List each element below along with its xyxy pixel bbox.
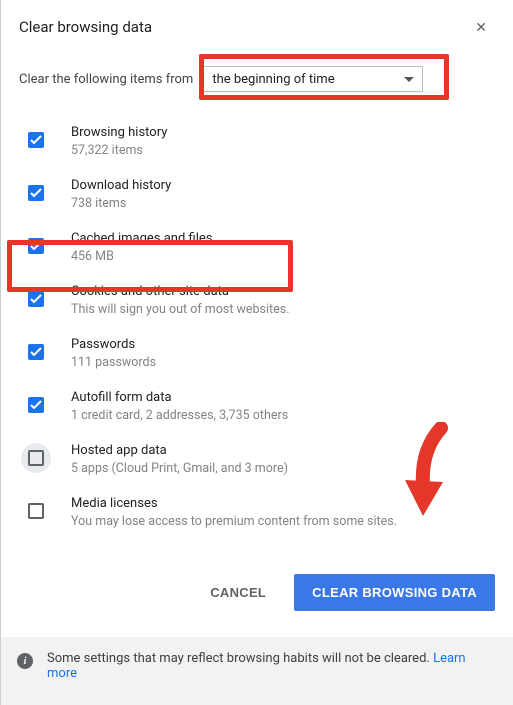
dialog-buttons: CANCEL CLEAR BROWSING DATA [19,574,501,611]
checkbox-wrap [21,231,51,261]
option-title: Cached images and files [71,231,212,246]
option-subtitle: 57,322 items [71,143,167,158]
option-subtitle: 1 credit card, 2 addresses, 3,735 others [71,408,288,423]
checkbox[interactable] [28,344,44,360]
option-subtitle: This will sign you out of most websites. [71,302,290,317]
option-title: Hosted app data [71,443,288,458]
checkbox-wrap [21,125,51,155]
close-icon[interactable]: ✕ [469,18,493,38]
option-row: Autofill form data 1 credit card, 2 addre… [19,379,501,432]
dialog-header: Clear browsing data ✕ [19,18,501,38]
info-icon: i [17,653,33,669]
checkbox[interactable] [28,185,44,201]
checkbox-wrap [21,284,51,314]
option-row: Cookies and other site data This will sig… [19,273,501,326]
option-text: Cookies and other site data This will sig… [71,282,290,317]
checkbox[interactable] [28,291,44,307]
checkbox-wrap [21,390,51,420]
option-title: Download history [71,178,171,193]
cancel-button[interactable]: CANCEL [192,574,284,611]
checkbox[interactable] [28,450,44,466]
footer-text-wrap: Some settings that may reflect browsing … [47,651,497,681]
option-title: Browsing history [71,125,167,140]
option-text: Browsing history 57,322 items [71,123,167,158]
option-row: Download history 738 items [19,167,501,220]
option-text: Media licenses You may lose access to pre… [71,494,397,529]
checkbox-wrap [21,496,51,526]
chevron-down-icon [404,77,414,82]
time-range-dropdown[interactable]: the beginning of time [203,66,423,92]
clear-browsing-data-button[interactable]: CLEAR BROWSING DATA [294,574,495,611]
option-title: Media licenses [71,496,397,511]
option-subtitle: 456 MB [71,249,212,264]
option-text: Passwords 111 passwords [71,335,156,370]
checkbox[interactable] [28,238,44,254]
option-row: Cached images and files 456 MB [19,220,501,273]
option-row: Hosted app data 5 apps (Cloud Print, Gmai… [19,432,501,485]
option-subtitle: 111 passwords [71,355,156,370]
option-subtitle: You may lose access to premium content f… [71,514,397,529]
time-range-label: Clear the following items from [19,72,193,87]
footer-text: Some settings that may reflect browsing … [47,651,433,666]
option-text: Hosted app data 5 apps (Cloud Print, Gmai… [71,441,288,476]
dialog-title: Clear browsing data [19,18,152,36]
option-text: Download history 738 items [71,176,171,211]
checkbox-wrap [21,443,51,473]
option-title: Autofill form data [71,390,288,405]
checkbox[interactable] [28,503,44,519]
option-row: Media licenses You may lose access to pre… [19,485,501,538]
option-text: Autofill form data 1 credit card, 2 addre… [71,388,288,423]
time-range-row: Clear the following items from the begin… [19,66,501,92]
option-title: Passwords [71,337,156,352]
checkbox-wrap [21,178,51,208]
options-list: Browsing history 57,322 items Download his… [19,114,501,538]
time-range-value: the beginning of time [212,72,334,87]
checkbox[interactable] [28,132,44,148]
checkbox-wrap [21,337,51,367]
footer-note: i Some settings that may reflect browsin… [1,637,513,705]
option-subtitle: 5 apps (Cloud Print, Gmail, and 3 more) [71,461,288,476]
option-row: Browsing history 57,322 items [19,114,501,167]
option-text: Cached images and files 456 MB [71,229,212,264]
option-subtitle: 738 items [71,196,171,211]
checkbox[interactable] [28,397,44,413]
option-row: Passwords 111 passwords [19,326,501,379]
clear-browsing-data-dialog: Clear browsing data ✕ Clear the followin… [0,0,513,705]
option-title: Cookies and other site data [71,284,290,299]
